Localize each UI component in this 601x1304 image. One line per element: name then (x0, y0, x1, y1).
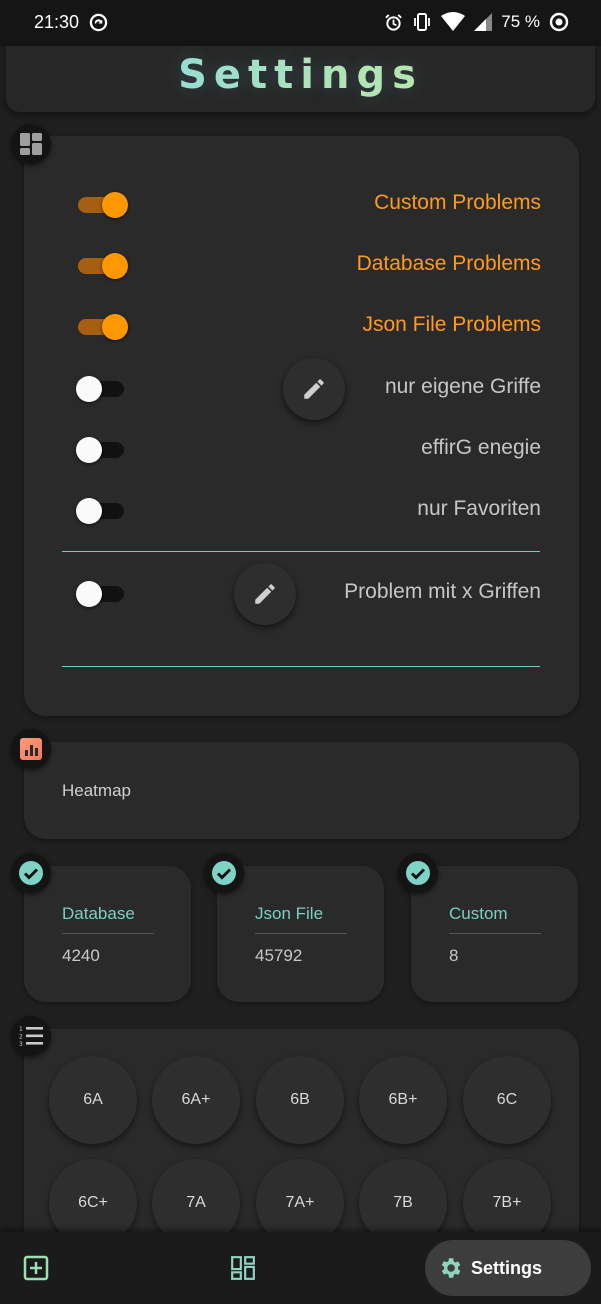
divider (449, 933, 541, 934)
grades-badge: 1 2 3 (11, 1016, 51, 1056)
toggle-label: Json File Problems (362, 313, 541, 336)
toggle-label: Custom Problems (374, 191, 541, 214)
edit-hold-count-button[interactable] (234, 563, 296, 625)
divider (62, 666, 540, 667)
check-circle-icon (212, 861, 236, 885)
vibrate-icon (412, 12, 432, 32)
toggle-label: nur Favoriten (417, 497, 541, 520)
gear-icon (441, 1258, 461, 1278)
toggle-row-mirrored[interactable]: effirG enegie (24, 428, 579, 472)
hold-count-switch[interactable] (76, 581, 126, 607)
battery-percent: 75 % (501, 12, 540, 31)
stat-value: 8 (449, 946, 459, 965)
signal-icon (474, 13, 493, 31)
nav-dashboard-button[interactable] (227, 1252, 259, 1284)
grades-card: 6A 6A+ 6B 6B+ 6C 6C+ 7A 7A+ 7B 7B+ (24, 1029, 579, 1247)
check-circle-icon (406, 861, 430, 885)
stat-card-database: Database 4240 (24, 866, 191, 1002)
grade-button[interactable]: 6A+ (152, 1056, 240, 1144)
divider (62, 933, 154, 934)
alarm-icon (384, 13, 403, 32)
stat-card-json: Json File 45792 (217, 866, 384, 1002)
check-circle-icon (19, 861, 43, 885)
dashboard-icon (20, 133, 42, 155)
stat-value: 4240 (62, 946, 100, 965)
nav-settings-button[interactable]: Settings (425, 1240, 591, 1296)
own-holds-switch[interactable] (76, 376, 126, 402)
toggle-label: Database Problems (356, 252, 541, 275)
mirrored-switch[interactable] (76, 437, 126, 463)
grade-button[interactable]: 6B+ (359, 1056, 447, 1144)
divider (255, 933, 347, 934)
nav-add-button[interactable] (20, 1252, 52, 1284)
grade-button[interactable]: 6B (256, 1056, 344, 1144)
dashboard-icon (231, 1256, 255, 1280)
toggle-row-json-problems[interactable]: Json File Problems (24, 305, 579, 349)
toggle-label: Problem mit x Griffen (344, 580, 541, 603)
divider (62, 551, 540, 552)
page-title: Settings (6, 52, 595, 98)
favorites-switch[interactable] (76, 498, 126, 524)
stat-name: Custom (449, 904, 508, 923)
stat-value: 45792 (255, 946, 303, 965)
check-badge[interactable] (11, 853, 51, 893)
filter-badge (11, 124, 51, 164)
pencil-icon (255, 584, 275, 604)
status-time: 21:30 (34, 12, 80, 32)
nav-settings-label: Settings (471, 1257, 543, 1278)
stat-card-custom: Custom 8 (411, 866, 578, 1002)
edit-own-holds-button[interactable] (283, 358, 345, 420)
battery-icon (549, 12, 569, 32)
check-badge[interactable] (398, 853, 438, 893)
pencil-icon (304, 379, 324, 399)
toggle-label: effirG enegie (421, 436, 541, 459)
add-box-icon (23, 1255, 49, 1281)
sync-icon (89, 13, 108, 32)
custom-problems-switch[interactable] (76, 192, 128, 218)
heatmap-card[interactable]: Heatmap (24, 742, 579, 839)
stat-name: Database (62, 904, 135, 923)
check-badge[interactable] (204, 853, 244, 893)
bottom-navigation: Settings (0, 1232, 601, 1304)
svg-text:3: 3 (19, 1041, 23, 1047)
grade-button[interactable]: 6C (463, 1056, 551, 1144)
heatmap-badge (11, 729, 51, 769)
json-problems-switch[interactable] (76, 314, 128, 340)
database-problems-switch[interactable] (76, 253, 128, 279)
numbered-list-icon: 1 2 3 (19, 1026, 43, 1047)
wifi-icon (441, 12, 466, 32)
stat-name: Json File (255, 904, 324, 923)
filter-card: Custom Problems Database Problems Json F… (24, 136, 579, 716)
toggle-row-custom-problems[interactable]: Custom Problems (24, 183, 579, 227)
bar-chart-icon (20, 738, 42, 760)
svg-text:1: 1 (19, 1026, 23, 1033)
toggle-label: nur eigene Griffe (384, 375, 541, 398)
grade-button[interactable]: 6A (49, 1056, 137, 1144)
app-header: Settings (6, 46, 595, 112)
status-icons: 75 % (384, 12, 569, 32)
heatmap-label: Heatmap (62, 781, 131, 800)
toggle-row-hold-count[interactable]: Problem mit x Griffen (24, 572, 579, 616)
toggle-row-favorites[interactable]: nur Favoriten (24, 489, 579, 533)
svg-text:2: 2 (19, 1034, 23, 1041)
toggle-row-database-problems[interactable]: Database Problems (24, 244, 579, 288)
status-bar: 21:30 75 % (0, 0, 601, 46)
